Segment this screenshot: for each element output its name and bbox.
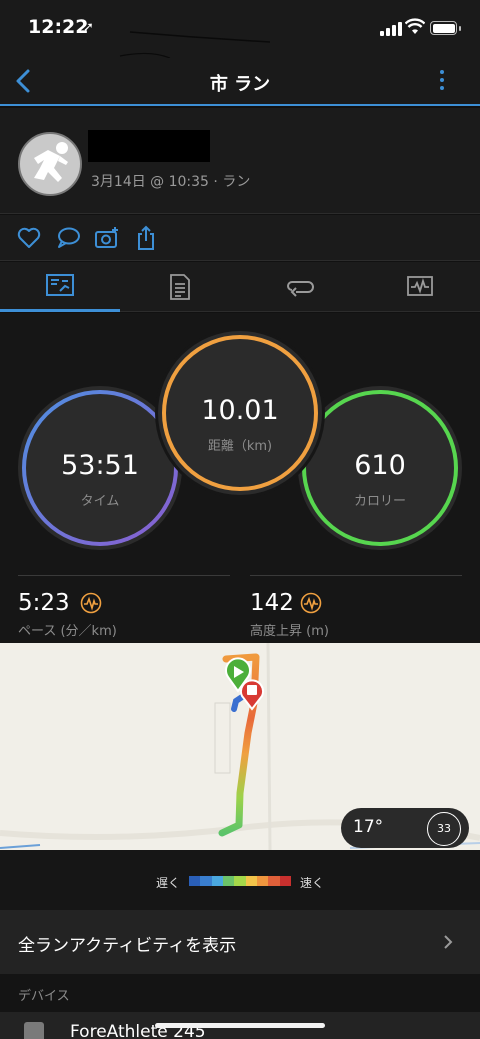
signal-icon <box>380 22 402 36</box>
route-map[interactable]: 17° 33 <box>0 643 480 850</box>
laps-tab-icon <box>287 281 314 297</box>
calories-value: 610 <box>354 450 406 481</box>
comment-icon[interactable] <box>55 225 81 251</box>
charts-tab-icon <box>407 276 433 296</box>
devices-section-header: デバイス <box>0 974 480 1012</box>
legend-color-swatch <box>279 876 291 886</box>
legend-color-swatch <box>200 876 212 886</box>
elevation-value: 142 <box>250 590 294 616</box>
pace-value: 5:23 <box>18 590 70 616</box>
pace-chart-icon <box>80 592 102 614</box>
legend-fast-label: 速く <box>300 876 325 890</box>
calories-stat-circle[interactable]: 610 カロリー <box>298 386 462 550</box>
stats-area: 53:51 タイム 610 カロリー 10.01 距離（km) <box>0 313 480 573</box>
legend-color-swatch <box>256 876 269 886</box>
tab-details[interactable] <box>120 262 240 312</box>
overview-tab-icon <box>46 274 74 296</box>
avatar[interactable] <box>18 132 82 196</box>
weather-badge: 17° 33 <box>341 808 469 848</box>
summary-row: 5:23 ペース (分／km) 142 高度上昇 (m) <box>0 573 480 643</box>
tab-overview[interactable] <box>0 262 120 312</box>
share-icon[interactable] <box>133 225 159 251</box>
tab-charts[interactable] <box>360 262 480 312</box>
status-time: 12:22 <box>28 16 89 38</box>
action-row <box>0 215 480 261</box>
legend-color-swatch <box>268 876 280 886</box>
home-indicator[interactable] <box>155 1023 325 1028</box>
pace-summary[interactable]: 5:23 ペース (分／km) <box>18 575 230 639</box>
watch-icon <box>24 1022 44 1039</box>
all-run-activities-row[interactable]: 全ランアクティビティを表示 <box>0 910 480 974</box>
legend-slow-label: 遅く <box>156 876 181 890</box>
more-options-icon[interactable] <box>436 70 448 94</box>
wind-compass-icon: 33 <box>427 812 461 846</box>
legend-color-swatch <box>222 876 235 886</box>
scribble-decoration <box>119 31 271 58</box>
redacted-user-name <box>88 130 210 162</box>
wifi-icon <box>405 18 425 34</box>
activity-header: 3月14日 @ 10:35 · ラン <box>0 108 480 214</box>
pace-label: ペース (分／km) <box>18 624 117 639</box>
elevation-chart-icon <box>300 592 322 614</box>
elevation-label: 高度上昇 (m) <box>250 624 329 639</box>
devices-section-title: デバイス <box>18 989 70 1004</box>
page-title: 市 ラン <box>209 74 271 95</box>
finish-marker-icon <box>240 679 264 711</box>
legend-color-swatch <box>211 876 223 886</box>
elevation-summary[interactable]: 142 高度上昇 (m) <box>250 575 462 639</box>
add-photo-icon[interactable] <box>94 225 120 251</box>
legend-color-swatch <box>234 876 246 886</box>
legend-color-swatch <box>245 876 257 886</box>
details-tab-icon <box>170 274 190 300</box>
location-arrow-icon: ➚ <box>83 20 94 35</box>
navigation-bar: 市 ラン <box>0 58 480 106</box>
distance-label: 距離（km) <box>207 439 273 454</box>
tab-row <box>0 262 480 312</box>
runner-avatar-icon <box>34 142 68 182</box>
chevron-right-icon <box>444 935 453 949</box>
calories-label: カロリー <box>353 494 406 509</box>
status-bar: 12:22 ➚ <box>0 0 480 58</box>
weather-temperature: 17° <box>353 817 384 837</box>
wind-speed: 33 <box>437 822 451 835</box>
distance-stat-circle[interactable]: 10.01 距離（km) <box>158 331 322 495</box>
legend-color-swatch <box>189 876 201 886</box>
all-run-activities-label: 全ランアクティビティを表示 <box>18 936 237 956</box>
battery-icon <box>430 21 457 35</box>
distance-value: 10.01 <box>201 395 279 426</box>
activity-date-time: 3月14日 @ 10:35 · ラン <box>91 174 251 190</box>
heart-icon[interactable] <box>16 225 42 251</box>
tab-selected-indicator <box>0 309 120 312</box>
pace-color-legend: 遅く 速く <box>0 850 480 910</box>
legend-color-bar <box>189 876 291 886</box>
tab-laps[interactable] <box>240 262 360 312</box>
